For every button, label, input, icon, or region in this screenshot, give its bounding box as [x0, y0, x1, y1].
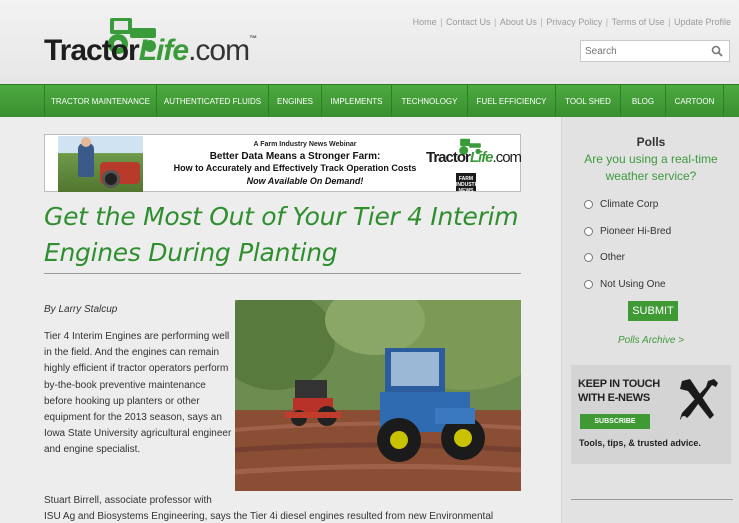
- nav-tool-shed[interactable]: TOOL SHED: [556, 85, 621, 118]
- nav-cartoon[interactable]: CARTOON: [666, 85, 724, 118]
- link-terms[interactable]: Terms of Use: [612, 17, 665, 27]
- subscribe-button[interactable]: SUBSCRIBE: [580, 414, 650, 429]
- search-input[interactable]: [581, 41, 701, 62]
- tools-icon: [680, 379, 718, 422]
- poll-submit-button[interactable]: SUBMIT: [628, 301, 678, 321]
- nav-tractor-maintenance[interactable]: TRACTOR MAINTENANCE: [45, 85, 157, 118]
- logo-wordmark: TractorLife.com™: [44, 34, 257, 67]
- nav-engines[interactable]: ENGINES: [269, 85, 322, 118]
- poll-option-not-using[interactable]: Not Using One: [584, 279, 734, 290]
- nav-spacer-end: [724, 85, 739, 118]
- link-about[interactable]: About Us: [500, 17, 537, 27]
- article-byline: By Larry Stalcup: [44, 304, 118, 315]
- banner-photo: [58, 136, 143, 192]
- polls-archive-link[interactable]: Polls Archive >: [562, 335, 739, 346]
- radio-climate-corp[interactable]: [584, 200, 593, 209]
- sidebar-divider: [571, 499, 733, 500]
- nav-authenticated-fluids[interactable]: AUTHENTICATED FLUIDS: [157, 85, 269, 118]
- poll-option-other[interactable]: Other: [584, 252, 734, 263]
- sidebar: Polls Are you using a real-time weather …: [561, 117, 739, 523]
- poll-question: Are you using a real-time weather servic…: [584, 152, 718, 183]
- banner-tractor-wheel: [102, 170, 120, 188]
- site-header: TractorLife.com™ Home | Contact Us | Abo…: [0, 0, 739, 84]
- nav-technology[interactable]: TECHNOLOGY: [392, 85, 468, 118]
- top-links: Home | Contact Us | About Us | Privacy P…: [412, 17, 731, 27]
- banner-line1: A Farm Industry News Webinar: [253, 141, 357, 148]
- nav-spacer: [0, 85, 45, 118]
- enews-tagline: Tools, tips, & trusted advice.: [579, 438, 701, 448]
- banner-line4: Now Available On Demand!: [246, 176, 364, 186]
- webinar-banner[interactable]: A Farm Industry News Webinar Better Data…: [44, 134, 522, 194]
- article-title: Get the Most Out of Your Tier 4 Interim …: [44, 202, 519, 267]
- farm-industry-news-badge: FARM INDUSTRY NEWS: [456, 173, 481, 194]
- article-paragraph-2: Stuart Birrell, associate professor with…: [44, 495, 494, 522]
- radio-other[interactable]: [584, 253, 593, 262]
- poll-option-climate-corp[interactable]: Climate Corp: [584, 199, 734, 210]
- link-contact[interactable]: Contact Us: [446, 17, 491, 27]
- radio-pioneer[interactable]: [584, 227, 593, 236]
- poll-option-pioneer[interactable]: Pioneer Hi-Bred: [584, 226, 734, 237]
- link-update-profile[interactable]: Update Profile: [674, 17, 731, 27]
- banner-line3: How to Accurately and Effectively Track …: [173, 163, 417, 173]
- article-paragraph-1: Tier 4 Interim Engines are performing we…: [44, 331, 232, 456]
- polls-heading: Polls: [636, 135, 666, 149]
- enews-signup-box: KEEP IN TOUCH WITH E-NEWS SUBSCRIBE Tool…: [571, 365, 731, 464]
- nav-blog[interactable]: BLOG: [621, 85, 666, 118]
- main-content: A Farm Industry News Webinar Better Data…: [0, 117, 561, 523]
- banner-line2: Better Data Means a Stronger Farm:: [209, 151, 381, 162]
- farmer-figure: [78, 137, 94, 177]
- search-box: [580, 40, 730, 62]
- main-nav: TRACTOR MAINTENANCE AUTHENTICATED FLUIDS…: [0, 84, 739, 118]
- site-logo[interactable]: TractorLife.com™: [44, 14, 257, 67]
- title-divider: [44, 273, 521, 274]
- article-photo: [235, 300, 521, 491]
- link-privacy[interactable]: Privacy Policy: [546, 17, 602, 27]
- banner-logo: TractorLife.com: [426, 138, 522, 166]
- enews-heading: KEEP IN TOUCH WITH E-NEWS: [578, 378, 660, 404]
- link-home[interactable]: Home: [413, 17, 437, 27]
- search-icon[interactable]: [711, 45, 723, 57]
- nav-fuel-efficiency[interactable]: FUEL EFFICIENCY: [468, 85, 556, 118]
- radio-not-using[interactable]: [584, 280, 593, 289]
- nav-implements[interactable]: IMPLEMENTS: [322, 85, 392, 118]
